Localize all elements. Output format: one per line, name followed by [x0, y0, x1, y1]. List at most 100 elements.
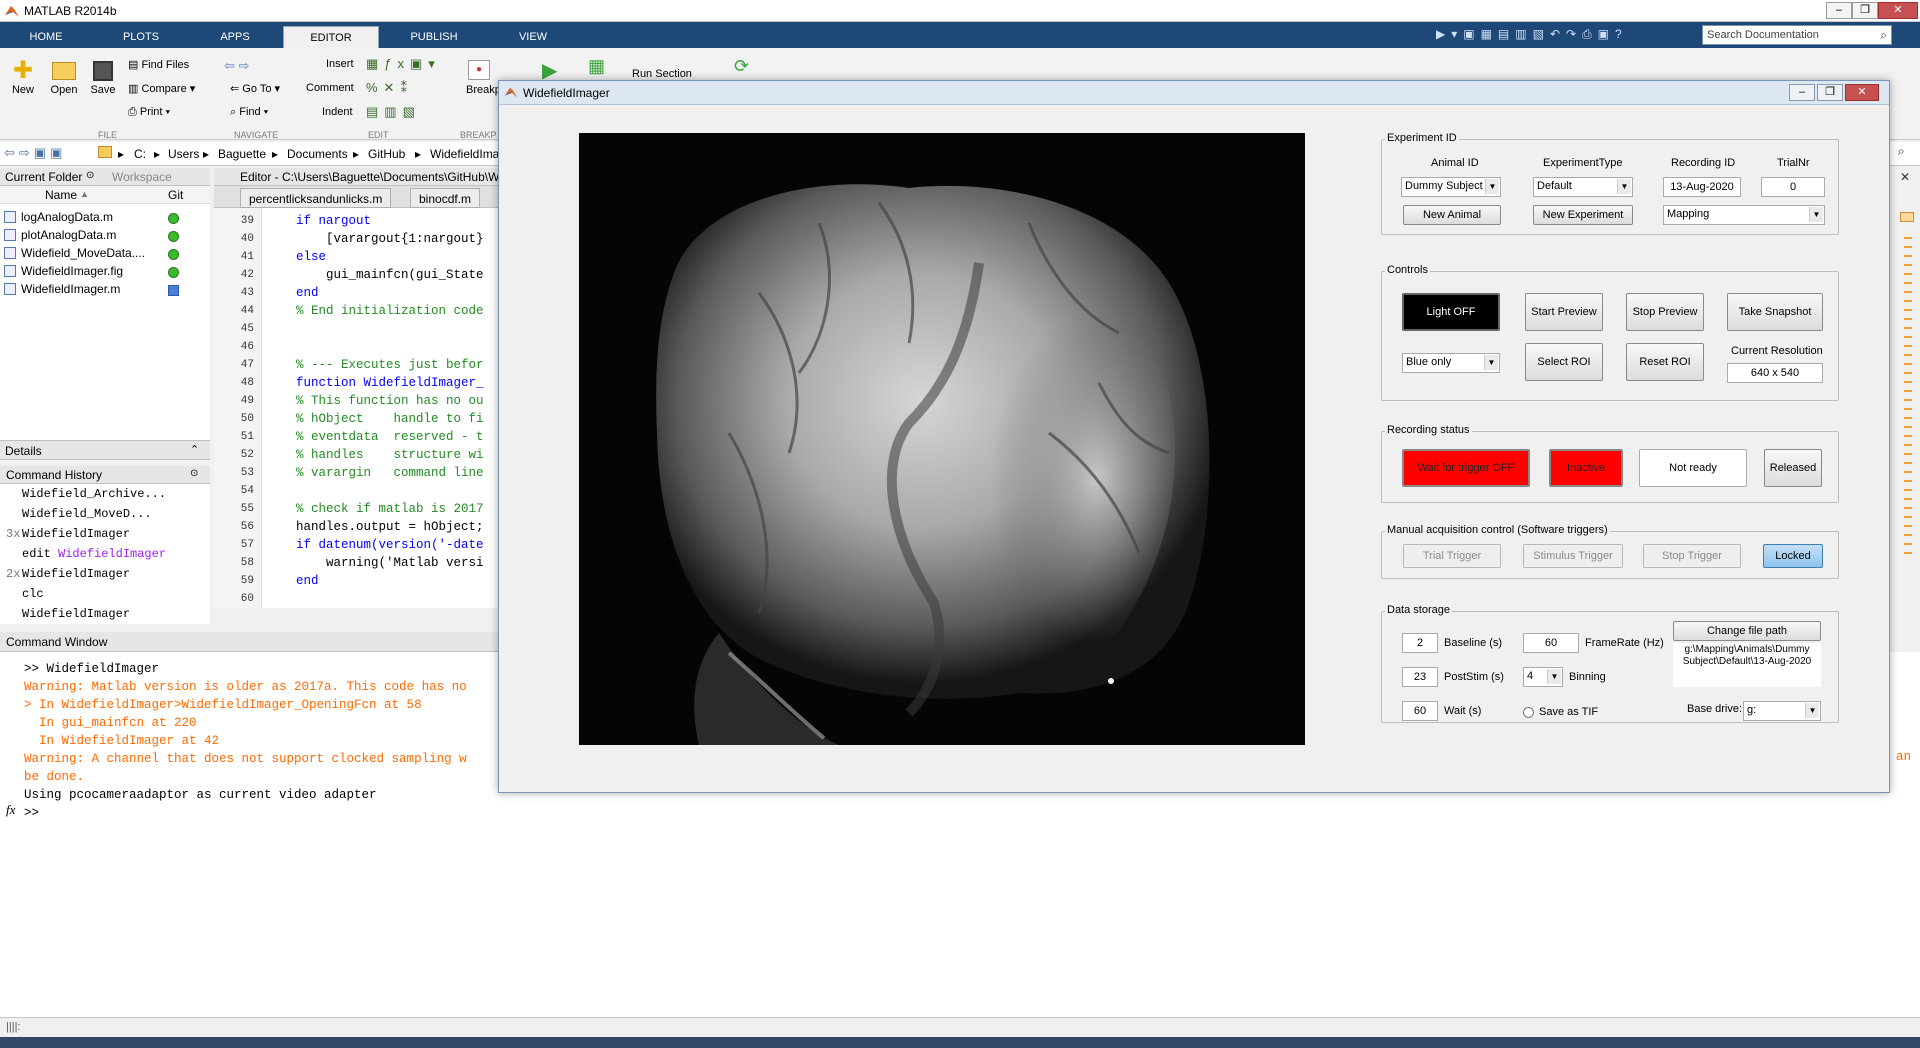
- code-line[interactable]: % eventdata reserved - t: [296, 428, 484, 446]
- insert-button[interactable]: Insert: [326, 58, 354, 70]
- open-button[interactable]: Open: [48, 58, 80, 96]
- list-item[interactable]: plotAnalogData.m: [4, 228, 116, 244]
- close-icon[interactable]: ✕: [1900, 170, 1910, 184]
- edit-tools-icon[interactable]: ▦ƒx▣▾: [366, 56, 441, 72]
- baseline-field[interactable]: 2: [1402, 633, 1438, 653]
- list-item[interactable]: WidefieldImager.fig: [4, 264, 123, 280]
- code-line[interactable]: end: [296, 572, 319, 590]
- editor-tab[interactable]: percentlicksandunlicks.m: [240, 188, 392, 208]
- panel-menu-icon[interactable]: ⊙: [190, 468, 198, 479]
- start-preview-button[interactable]: Start Preview: [1525, 293, 1603, 331]
- breadcrumb-documents[interactable]: Documents: [287, 147, 348, 161]
- code-line[interactable]: % End initialization code: [296, 302, 484, 320]
- run-and-time-icon[interactable]: ⟳: [734, 56, 749, 77]
- compare-button[interactable]: ▥ Compare ▾: [128, 82, 195, 95]
- list-item[interactable]: edit WidefieldImager: [6, 544, 166, 564]
- code-line[interactable]: gui_mainfcn(gui_State: [296, 266, 484, 284]
- stop-preview-button[interactable]: Stop Preview: [1626, 293, 1704, 331]
- new-button[interactable]: ✚ New: [8, 58, 38, 97]
- code-line[interactable]: warning('Matlab versi: [296, 554, 484, 572]
- tab-home[interactable]: HOME: [10, 26, 82, 48]
- maximize-button[interactable]: ❐: [1852, 2, 1878, 19]
- tab-plots[interactable]: PLOTS: [100, 26, 182, 48]
- code-line[interactable]: [varargout{1:nargout}: [296, 230, 484, 248]
- search-icon[interactable]: ⌕: [1898, 144, 1905, 159]
- recording-id-field[interactable]: 13-Aug-2020: [1663, 177, 1741, 197]
- light-toggle-button[interactable]: Light OFF: [1402, 293, 1500, 331]
- list-item[interactable]: WidefieldImager: [6, 604, 130, 624]
- list-item[interactable]: clc: [6, 584, 44, 604]
- binning-select[interactable]: 4 ▼: [1523, 667, 1563, 687]
- collapse-icon[interactable]: ⌃: [190, 443, 199, 456]
- column-git[interactable]: Git: [168, 188, 183, 202]
- comment-tools-icon[interactable]: %✕⁑: [366, 80, 413, 96]
- breadcrumb-widefieldimager[interactable]: WidefieldIma: [430, 147, 499, 161]
- maximize-button[interactable]: ❐: [1817, 84, 1843, 101]
- go-to-button[interactable]: ⇐ Go To ▾: [230, 82, 280, 95]
- code-line[interactable]: function WidefieldImager_: [296, 374, 484, 392]
- poststim-field[interactable]: 23: [1402, 667, 1438, 687]
- tab-apps[interactable]: APPS: [196, 26, 274, 48]
- trial-nr-field[interactable]: 0: [1761, 177, 1825, 197]
- indent-button[interactable]: Indent: [322, 106, 353, 118]
- trial-trigger-button[interactable]: Trial Trigger: [1403, 544, 1501, 568]
- code-line[interactable]: end: [296, 284, 319, 302]
- tab-publish[interactable]: PUBLISH: [393, 26, 475, 48]
- code-line[interactable]: % hObject handle to fi: [296, 410, 484, 428]
- breadcrumb-baguette[interactable]: Baguette: [218, 147, 266, 161]
- code-line[interactable]: % handles structure wi: [296, 446, 484, 464]
- list-item[interactable]: Widefield_MoveData....: [4, 246, 145, 262]
- list-item[interactable]: 3x WidefieldImager: [6, 524, 130, 544]
- find-button[interactable]: ⌕ Find ▾: [230, 106, 268, 119]
- code-line[interactable]: handles.output = hObject;: [296, 518, 484, 536]
- new-experiment-button[interactable]: New Experiment: [1533, 205, 1633, 225]
- stimulus-trigger-button[interactable]: Stimulus Trigger: [1523, 544, 1623, 568]
- column-name[interactable]: Name: [45, 188, 77, 202]
- find-files-button[interactable]: ▤ Find Files: [128, 58, 189, 71]
- tab-workspace[interactable]: Workspace: [112, 170, 172, 184]
- tab-current-folder[interactable]: Current Folder: [5, 170, 82, 184]
- code-line[interactable]: % varargin command line: [296, 464, 484, 482]
- code-line[interactable]: % This function has no ou: [296, 392, 484, 410]
- close-button[interactable]: ✕: [1845, 84, 1879, 101]
- save-tif-radio[interactable]: [1523, 707, 1534, 718]
- change-file-path-button[interactable]: Change file path: [1673, 621, 1821, 641]
- code-line[interactable]: if datenum(version('-date: [296, 536, 484, 554]
- nav-arrows-icon[interactable]: ⇦⇨▣▣: [4, 145, 66, 161]
- command-prompt[interactable]: >>: [24, 804, 39, 822]
- base-drive-select[interactable]: g: ▼: [1743, 701, 1821, 721]
- camera-preview-image[interactable]: [579, 133, 1305, 745]
- details-panel-header[interactable]: Details ⌃: [0, 440, 210, 460]
- stop-trigger-button[interactable]: Stop Trigger: [1643, 544, 1741, 568]
- select-roi-button[interactable]: Select ROI: [1525, 343, 1603, 381]
- run-advance-icon[interactable]: ▦: [588, 56, 605, 77]
- indent-tools-icon[interactable]: ▤▥▧: [366, 104, 421, 120]
- list-item[interactable]: 2x WidefieldImager: [6, 564, 130, 584]
- code-line[interactable]: else: [296, 248, 326, 266]
- quick-access-toolbar[interactable]: ▶▾▣▦▤▥▧↶↷⎙▣?: [1436, 27, 1696, 43]
- editor-tab[interactable]: binocdf.m: [410, 188, 481, 208]
- new-animal-button[interactable]: New Animal: [1403, 205, 1501, 225]
- minimize-button[interactable]: –: [1789, 84, 1815, 101]
- list-item[interactable]: logAnalogData.m: [4, 210, 113, 226]
- animal-id-select[interactable]: Dummy Subject ▼: [1401, 177, 1501, 197]
- panel-menu-icon[interactable]: ⊙: [86, 170, 94, 181]
- take-snapshot-button[interactable]: Take Snapshot: [1727, 293, 1823, 331]
- experiment-type-select[interactable]: Default ▼: [1533, 177, 1633, 197]
- code-line[interactable]: % --- Executes just befor: [296, 356, 484, 374]
- code-line[interactable]: if nargout: [296, 212, 371, 230]
- list-item[interactable]: WidefieldImager.m: [4, 282, 120, 298]
- locked-toggle-button[interactable]: Locked: [1763, 544, 1823, 568]
- framerate-field[interactable]: 60: [1523, 633, 1579, 653]
- print-button[interactable]: ⎙ Print ▾: [128, 106, 170, 119]
- mode-select[interactable]: Mapping ▼: [1663, 205, 1825, 225]
- breakpoints-button[interactable]: ● Breakp: [466, 58, 501, 96]
- breadcrumb-users[interactable]: Users: [168, 147, 199, 161]
- reset-roi-button[interactable]: Reset ROI: [1626, 343, 1704, 381]
- light-color-select[interactable]: Blue only ▼: [1402, 353, 1500, 373]
- breadcrumb-github[interactable]: GitHub: [368, 147, 405, 161]
- run-section-button[interactable]: Run Section: [632, 68, 692, 80]
- tab-view[interactable]: VIEW: [490, 26, 576, 48]
- list-item[interactable]: Widefield_MoveD...: [6, 504, 152, 524]
- tab-editor[interactable]: EDITOR: [283, 26, 379, 48]
